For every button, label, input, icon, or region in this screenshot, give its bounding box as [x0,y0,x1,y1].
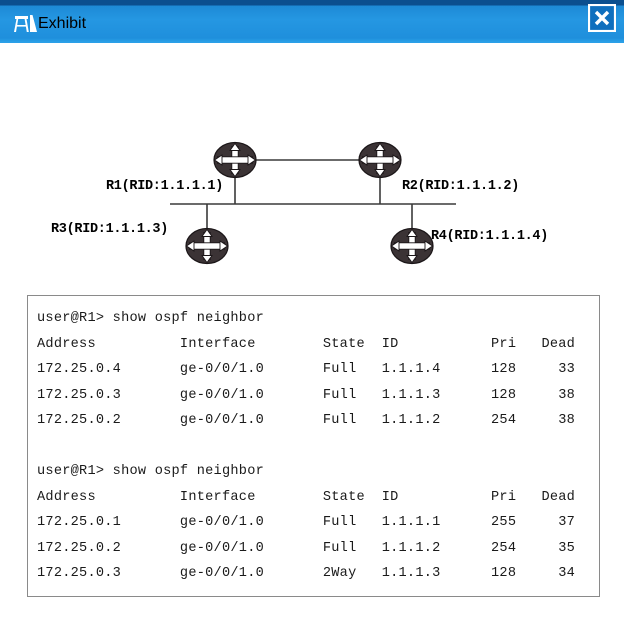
window-title: Exhibit [38,15,87,32]
cli-output-text: user@R1> show ospf neighbor Address Inte… [37,311,576,581]
exhibit-easel-icon [14,15,37,32]
router-node-r4 [390,227,434,265]
router-label-r4: R4(RID:1.1.1.4) [431,229,549,244]
close-icon[interactable] [588,4,616,32]
router-node-r1 [213,141,257,179]
cli-output-box: user@R1> show ospf neighbor Address Inte… [27,295,600,597]
router-label-r2: R2(RID:1.1.1.2) [402,179,520,194]
topology-links [170,159,456,231]
router-node-r2 [358,141,402,179]
titlebar-content: Exhibit [0,5,624,43]
router-label-r1: R1(RID:1.1.1.1) [106,179,224,194]
topology-svg [170,141,456,265]
window-titlebar: Exhibit [0,0,624,43]
router-node-r3 [185,227,229,265]
router-label-r3: R3(RID:1.1.1.3) [51,222,169,237]
network-topology-diagram: R1(RID:1.1.1.1) R2(RID:1.1.1.2) R3(RID:1… [0,43,624,288]
